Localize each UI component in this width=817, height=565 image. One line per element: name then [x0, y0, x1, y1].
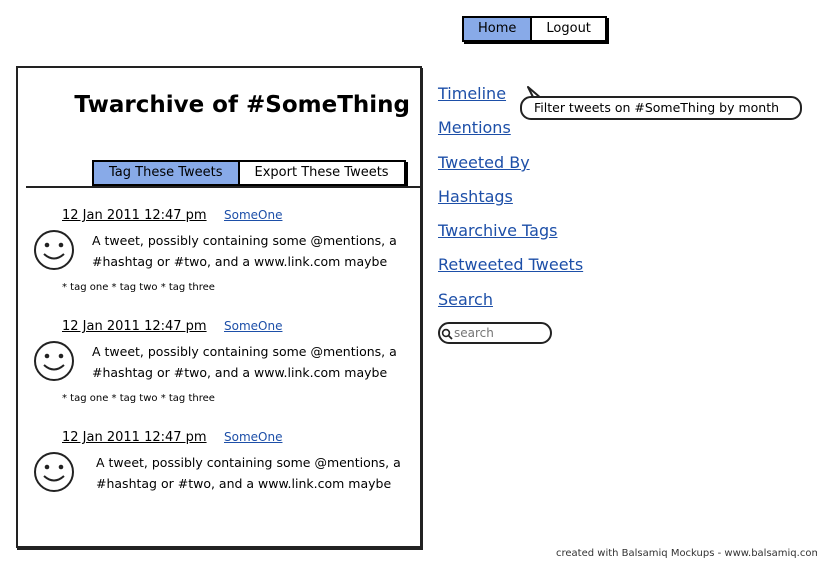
sidebar-link-tweeted-by[interactable]: Tweeted By	[438, 153, 530, 172]
tweet-author-link[interactable]: SomeOne	[224, 319, 282, 333]
filter-callout: Filter tweets on #SomeThing by month	[520, 96, 802, 120]
tweet-text-line: A tweet, possibly containing some @menti…	[96, 455, 401, 470]
tweet-text-line: #hashtag or #two, and a www.link.com may…	[96, 476, 392, 491]
page-title: Twarchive of #SomeThing	[74, 92, 410, 118]
search-icon	[441, 328, 453, 340]
sidebar-link-retweeted-tweets[interactable]: Retweeted Tweets	[438, 255, 583, 274]
tweet-tags: * tag one * tag two * tag three	[62, 393, 215, 404]
top-nav: Home Logout	[462, 16, 607, 42]
credit-footer: created with Balsamiq Mockups - www.bals…	[556, 548, 817, 559]
avatar-smiley-icon	[34, 452, 74, 492]
archive-panel: Twarchive of #SomeThing Tag These Tweets…	[16, 66, 422, 548]
tweet-item: 12 Jan 2011 12:47 pm SomeOne A tweet, po…	[18, 319, 420, 429]
tweet-text: A tweet, possibly containing some @menti…	[92, 230, 402, 272]
export-tweets-button[interactable]: Export These Tweets	[239, 160, 406, 186]
tweet-item: 12 Jan 2011 12:47 pm SomeOne A tweet, po…	[18, 430, 420, 540]
sidebar-link-hashtags[interactable]: Hashtags	[438, 187, 513, 206]
tweet-text: A tweet, possibly containing some @menti…	[92, 341, 402, 383]
sidebar-link-twarchive-tags[interactable]: Twarchive Tags	[438, 221, 557, 240]
sidebar-link-timeline[interactable]: Timeline	[438, 84, 506, 103]
tweet-text-line: A tweet, possibly containing some @menti…	[92, 233, 397, 248]
tweet-text-line: A tweet, possibly containing some @menti…	[92, 344, 397, 359]
sidebar-link-mentions[interactable]: Mentions	[438, 118, 511, 137]
tweet-timestamp: 12 Jan 2011 12:47 pm	[62, 208, 207, 223]
tweet-actions: Tag These Tweets Export These Tweets	[92, 160, 406, 186]
divider	[26, 186, 420, 188]
search-box	[438, 322, 552, 344]
avatar-smiley-icon	[34, 230, 74, 270]
tweet-text-line: #hashtag or #two, and a www.link.com may…	[92, 254, 388, 269]
tweet-item: 12 Jan 2011 12:47 pm SomeOne A tweet, po…	[18, 208, 420, 318]
tweet-tags: * tag one * tag two * tag three	[62, 282, 215, 293]
tweet-author-link[interactable]: SomeOne	[224, 430, 282, 444]
search-input[interactable]	[454, 325, 544, 341]
logout-button[interactable]: Logout	[532, 16, 607, 42]
tweet-text: A tweet, possibly containing some @menti…	[96, 452, 406, 494]
home-button[interactable]: Home	[462, 16, 533, 42]
tweet-text-line: #hashtag or #two, and a www.link.com may…	[92, 365, 388, 380]
tweet-timestamp: 12 Jan 2011 12:47 pm	[62, 430, 207, 445]
avatar-smiley-icon	[34, 341, 74, 381]
tweet-author-link[interactable]: SomeOne	[224, 208, 282, 222]
sidebar-link-search[interactable]: Search	[438, 290, 493, 309]
tag-tweets-button[interactable]: Tag These Tweets	[92, 160, 240, 186]
tweet-timestamp: 12 Jan 2011 12:47 pm	[62, 319, 207, 334]
